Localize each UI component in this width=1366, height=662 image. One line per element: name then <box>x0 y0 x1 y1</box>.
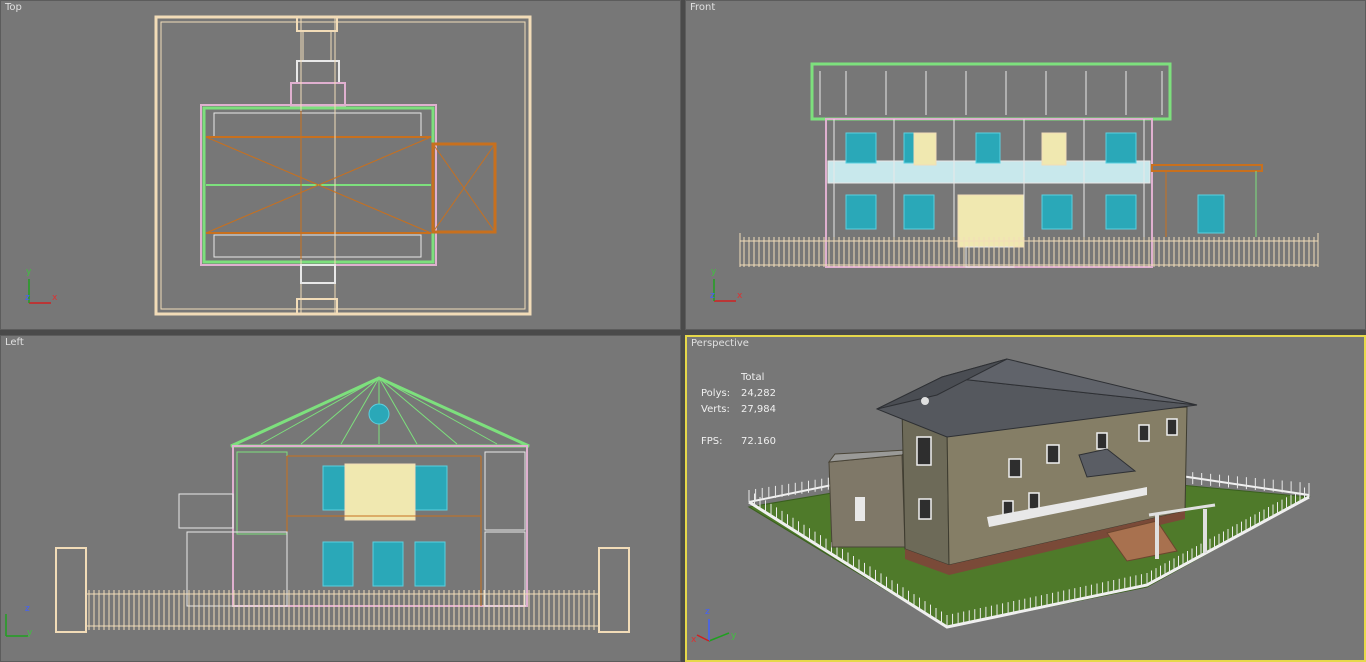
axis-y-label: y <box>731 631 737 641</box>
viewport-left[interactable]: Left z y <box>0 335 681 662</box>
axis-y-label: y <box>27 628 33 638</box>
viewport-top[interactable]: Top y z x <box>0 0 681 330</box>
axis-z-label: z <box>705 607 710 617</box>
top-wireframe <box>28 15 532 316</box>
axis-x-label: x <box>52 293 58 303</box>
viewport-front[interactable]: Front y z x <box>685 0 1366 330</box>
front-wireframe <box>713 62 1319 302</box>
axis-z-label: z <box>25 293 30 303</box>
axis-y-label: y <box>711 267 717 277</box>
axis-y-label: y <box>26 267 32 277</box>
axis-x-label: x <box>691 635 697 645</box>
axis-z-label: z <box>25 604 30 614</box>
axis-z-label: z <box>710 291 715 301</box>
left-wireframe <box>5 376 630 637</box>
viewport-perspective[interactable]: Perspective Total Polys: 24,282 Verts: 2… <box>685 335 1366 662</box>
axis-x-label: x <box>737 291 743 301</box>
perspective-render <box>696 358 1311 642</box>
